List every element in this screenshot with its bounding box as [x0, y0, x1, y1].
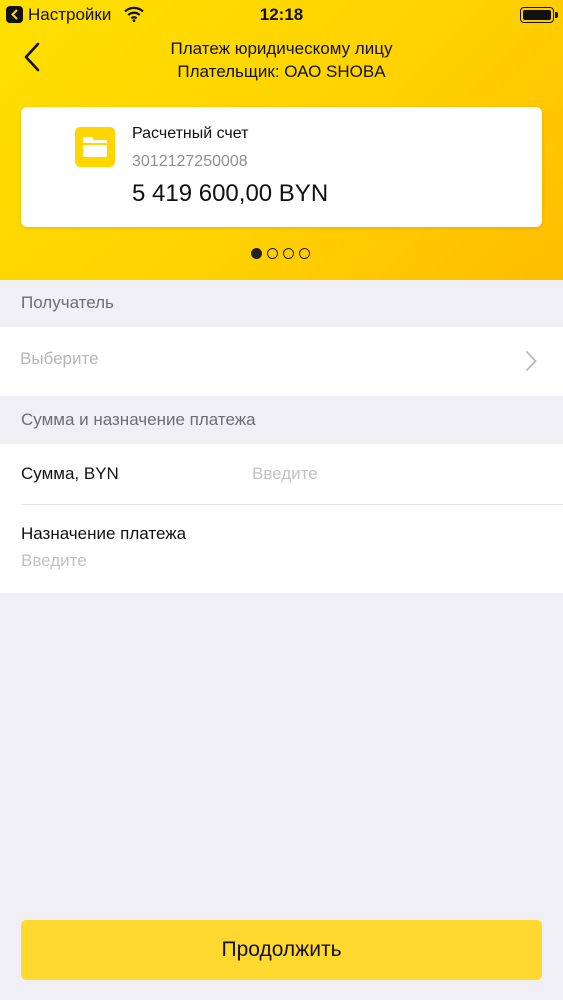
payment-form: Сумма, BYN Назначение платежа — [0, 444, 563, 593]
account-name: Расчетный счет — [132, 125, 249, 142]
recipient-placeholder: Выберите — [20, 349, 99, 368]
continue-button[interactable]: Продолжить — [21, 920, 542, 980]
amount-label: Сумма, BYN — [21, 464, 119, 483]
purpose-input[interactable] — [21, 548, 521, 574]
amount-input[interactable] — [252, 461, 532, 487]
chevron-left-icon[interactable] — [18, 40, 48, 74]
page-dot[interactable] — [283, 248, 294, 259]
account-card[interactable]: Расчетный счет 3012127250008 5 419 600,0… — [21, 107, 542, 227]
recipient-section-header: Получатель — [21, 293, 114, 312]
divider — [21, 504, 563, 505]
page-title-line1: Платеж юридическому лицу — [170, 39, 393, 58]
status-time: 12:18 — [259, 5, 304, 24]
recipient-select[interactable]: Выберите — [0, 327, 563, 396]
account-number: 3012127250008 — [132, 153, 248, 170]
payer-subtitle: Плательщик: ОАО SHOBA — [177, 62, 386, 81]
page-dot[interactable] — [267, 248, 278, 259]
chevron-right-icon — [525, 350, 537, 372]
page-title: Платеж юридическому лицу Плательщик: ОАО… — [70, 37, 493, 83]
page-dot[interactable] — [299, 248, 310, 259]
folder-icon — [75, 127, 115, 167]
battery-icon — [520, 7, 558, 23]
page-dot[interactable] — [251, 248, 262, 259]
status-bar: Настройки 12:18 — [0, 0, 563, 30]
purpose-label: Назначение платежа — [21, 524, 187, 543]
account-balance: 5 419 600,00 BYN — [132, 180, 329, 207]
page-indicator[interactable] — [251, 248, 310, 259]
payment-section-header: Сумма и назначение платежа — [21, 410, 256, 429]
